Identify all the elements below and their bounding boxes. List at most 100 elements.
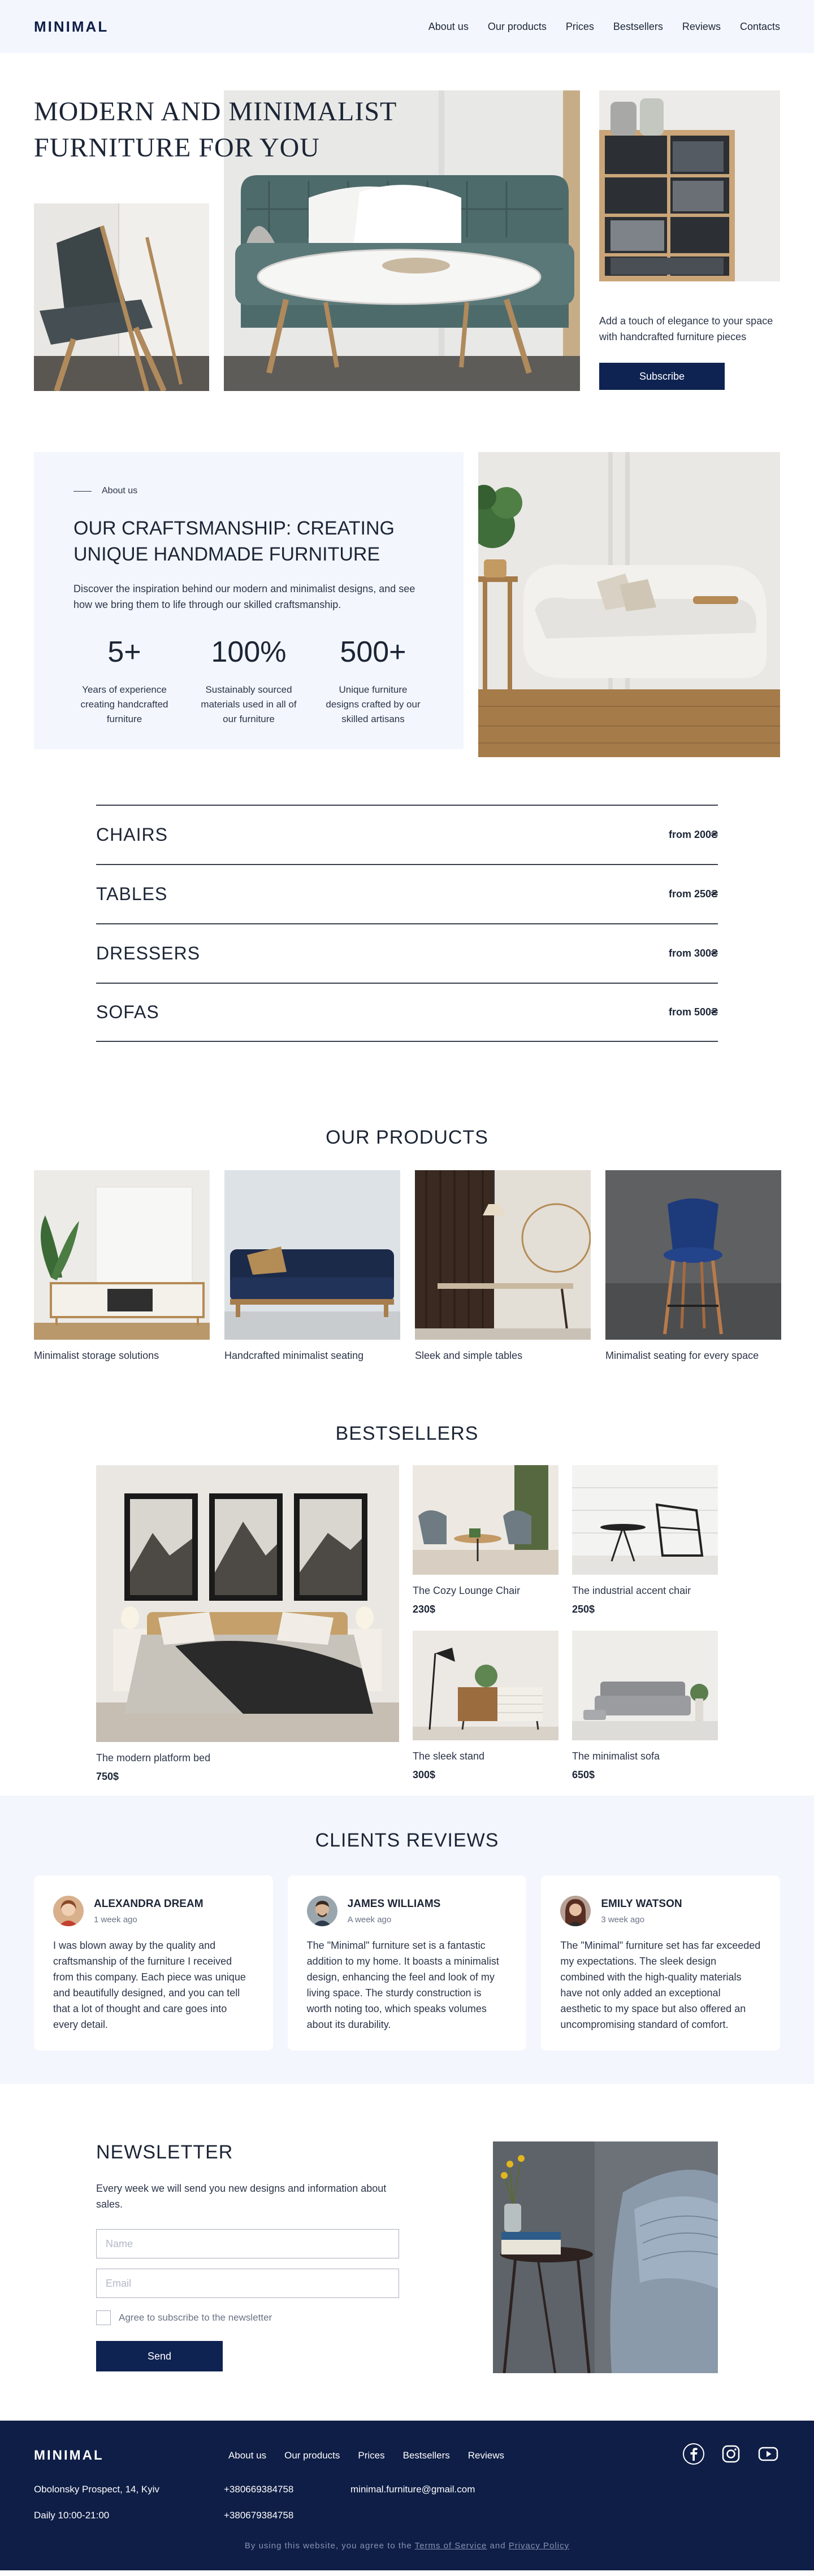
terms-link[interactable]: Terms of Service [415,2541,487,2551]
footer-nav-prices[interactable]: Prices [358,2450,384,2461]
stat-materials: 100% Sustainably sourced materials used … [198,635,300,727]
main-nav: About us Our products Prices Bestsellers… [428,21,780,33]
stat-label: Sustainably sourced materials used in al… [201,684,297,724]
nav-reviews[interactable]: Reviews [682,21,721,33]
product-card-stool[interactable]: Minimalist seating for every space [605,1170,781,1362]
bestseller-card-stand[interactable]: The sleek stand 300$ [413,1631,558,1783]
bestseller-image [572,1631,718,1740]
reviews-section: CLIENTS REVIEWS ALEXANDRA DREAM 1 week a… [0,1796,814,2084]
hero-title-line-1: MODERN AND MINIMALIST [34,97,397,127]
youtube-icon[interactable] [756,2442,780,2466]
product-image [34,1170,210,1340]
category-price: from 300₴ [668,948,718,959]
about-kicker-label: About us [102,486,138,496]
bestseller-card-accent-chair[interactable]: The industrial accent chair 250$ [572,1465,718,1617]
footer-nav-our-products[interactable]: Our products [284,2450,340,2461]
footer-address: Obolonsky Prospect, 14, Kyiv [34,2484,160,2495]
product-card-tables[interactable]: Sleek and simple tables [415,1170,591,1362]
site-header: MINIMAL About us Our products Prices Bes… [0,0,814,53]
subscribe-button[interactable]: Subscribe [599,363,725,390]
bestsellers-grid: The modern platform bed 750$ The Cozy Lo… [96,1465,718,1783]
newsletter-title: NEWSLETTER [96,2141,233,2163]
facebook-icon[interactable] [682,2442,705,2466]
nav-prices[interactable]: Prices [566,21,594,33]
category-row-chairs[interactable]: CHAIRS from 200₴ [96,805,718,864]
hero-section: MODERN AND MINIMALIST FURNITURE FOR YOU [34,53,780,392]
footer-legal: By using this website, you agree to the … [34,2541,780,2551]
review-time: 1 week ago [94,1914,137,1925]
footer-nav-bestsellers[interactable]: Bestsellers [403,2450,450,2461]
product-card-seating[interactable]: Handcrafted minimalist seating [224,1170,400,1362]
footer-hours: Daily 10:00-21:00 [34,2510,110,2521]
site-footer: MINIMAL About us Our products Prices Bes… [0,2421,814,2570]
bestseller-name: The Cozy Lounge Chair [413,1585,521,1596]
stat-value: 500+ [340,636,406,668]
about-title: OUR CRAFTSMANSHIP: CREATING UNIQUE HANDM… [73,518,395,565]
email-input[interactable] [96,2269,399,2298]
review-header: ALEXANDRA DREAM 1 week ago [53,1896,254,1926]
bestseller-image [96,1465,399,1742]
review-card-james: JAMES WILLIAMS A week ago The "Minimal" … [287,1875,527,2051]
nav-our-products[interactable]: Our products [488,21,547,33]
hero-text: Add a touch of elegance to your space wi… [599,315,773,342]
newsletter-section: NEWSLETTER Every week we will send you n… [96,2084,718,2421]
send-button[interactable]: Send [96,2341,223,2371]
avatar [560,1896,591,1926]
review-text: The "Minimal" furniture set has far exce… [560,1940,761,2030]
category-price: from 500₴ [668,1006,718,1018]
category-row-sofas[interactable]: SOFAS from 500₴ [96,983,718,1042]
kicker-line [73,490,92,492]
about-section: About us OUR CRAFTSMANSHIP: CREATING UNI… [34,392,780,776]
product-card-storage[interactable]: Minimalist storage solutions [34,1170,210,1362]
bestseller-card-bed[interactable]: The modern platform bed 750$ [96,1465,399,1783]
subscribe-checkbox-row[interactable]: Agree to subscribe to the newsletter [96,2310,399,2325]
category-name: TABLES [96,884,168,904]
about-sofa-image [478,452,780,757]
bestseller-card-lounge-chair[interactable]: The Cozy Lounge Chair 230$ [413,1465,558,1617]
review-grid: ALEXANDRA DREAM 1 week ago I was blown a… [34,1875,781,2051]
bestseller-image [572,1465,718,1575]
product-image [605,1170,781,1340]
category-name: CHAIRS [96,824,168,845]
footer-logo[interactable]: MINIMAL [34,2448,104,2464]
review-time: 3 week ago [601,1914,645,1925]
stats-row: 5+ Years of experience creating handcraf… [73,635,424,727]
products-section: OUR PRODUCTS Minimalist storage solution… [34,1087,781,1383]
footer-nav-about-us[interactable]: About us [228,2450,266,2461]
legal-and: and [490,2541,506,2551]
product-label: Minimalist storage solutions [34,1350,159,1361]
hero-chair-image [34,203,209,391]
review-text: I was blown away by the quality and craf… [53,1940,246,2030]
category-name: SOFAS [96,1002,159,1022]
footer-nav-reviews[interactable]: Reviews [468,2450,504,2461]
review-text: The "Minimal" furniture set is a fantast… [306,1940,499,2030]
review-card-alexandra: ALEXANDRA DREAM 1 week ago I was blown a… [34,1875,273,2051]
name-input[interactable] [96,2229,399,2258]
reviews-title: CLIENTS REVIEWS [315,1830,499,1851]
products-title: OUR PRODUCTS [326,1127,488,1148]
privacy-link[interactable]: Privacy Policy [509,2541,569,2551]
category-row-dressers[interactable]: DRESSERS from 300₴ [96,923,718,983]
bestseller-price: 750$ [96,1771,119,1782]
footer-phone-2[interactable]: +380679384758 [224,2510,350,2521]
subscribe-checkbox[interactable] [96,2310,111,2325]
nav-about-us[interactable]: About us [428,21,469,33]
bestseller-price: 300$ [413,1769,436,1780]
about-description: Discover the inspiration behind our mode… [73,583,415,610]
footer-phone-1[interactable]: +380669384758 [224,2484,350,2495]
footer-email[interactable]: minimal.furniture@gmail.com [350,2484,520,2495]
review-card-emily: EMILY WATSON 3 week ago The "Minimal" fu… [541,1875,781,2051]
nav-contacts[interactable]: Contacts [740,21,780,33]
category-row-tables[interactable]: TABLES from 250₴ [96,864,718,923]
stat-years: 5+ Years of experience creating handcraf… [73,635,175,727]
logo[interactable]: MINIMAL [34,18,109,36]
about-card: About us OUR CRAFTSMANSHIP: CREATING UNI… [34,452,464,749]
bestseller-image [413,1465,558,1575]
instagram-icon[interactable] [719,2442,743,2466]
nav-bestsellers[interactable]: Bestsellers [613,21,663,33]
bestseller-card-sofa[interactable]: The minimalist sofa 650$ [572,1631,718,1783]
product-image [224,1170,400,1340]
avatar [306,1896,337,1926]
reviewer-name: JAMES WILLIAMS [347,1897,441,1910]
bestseller-image [413,1631,558,1740]
